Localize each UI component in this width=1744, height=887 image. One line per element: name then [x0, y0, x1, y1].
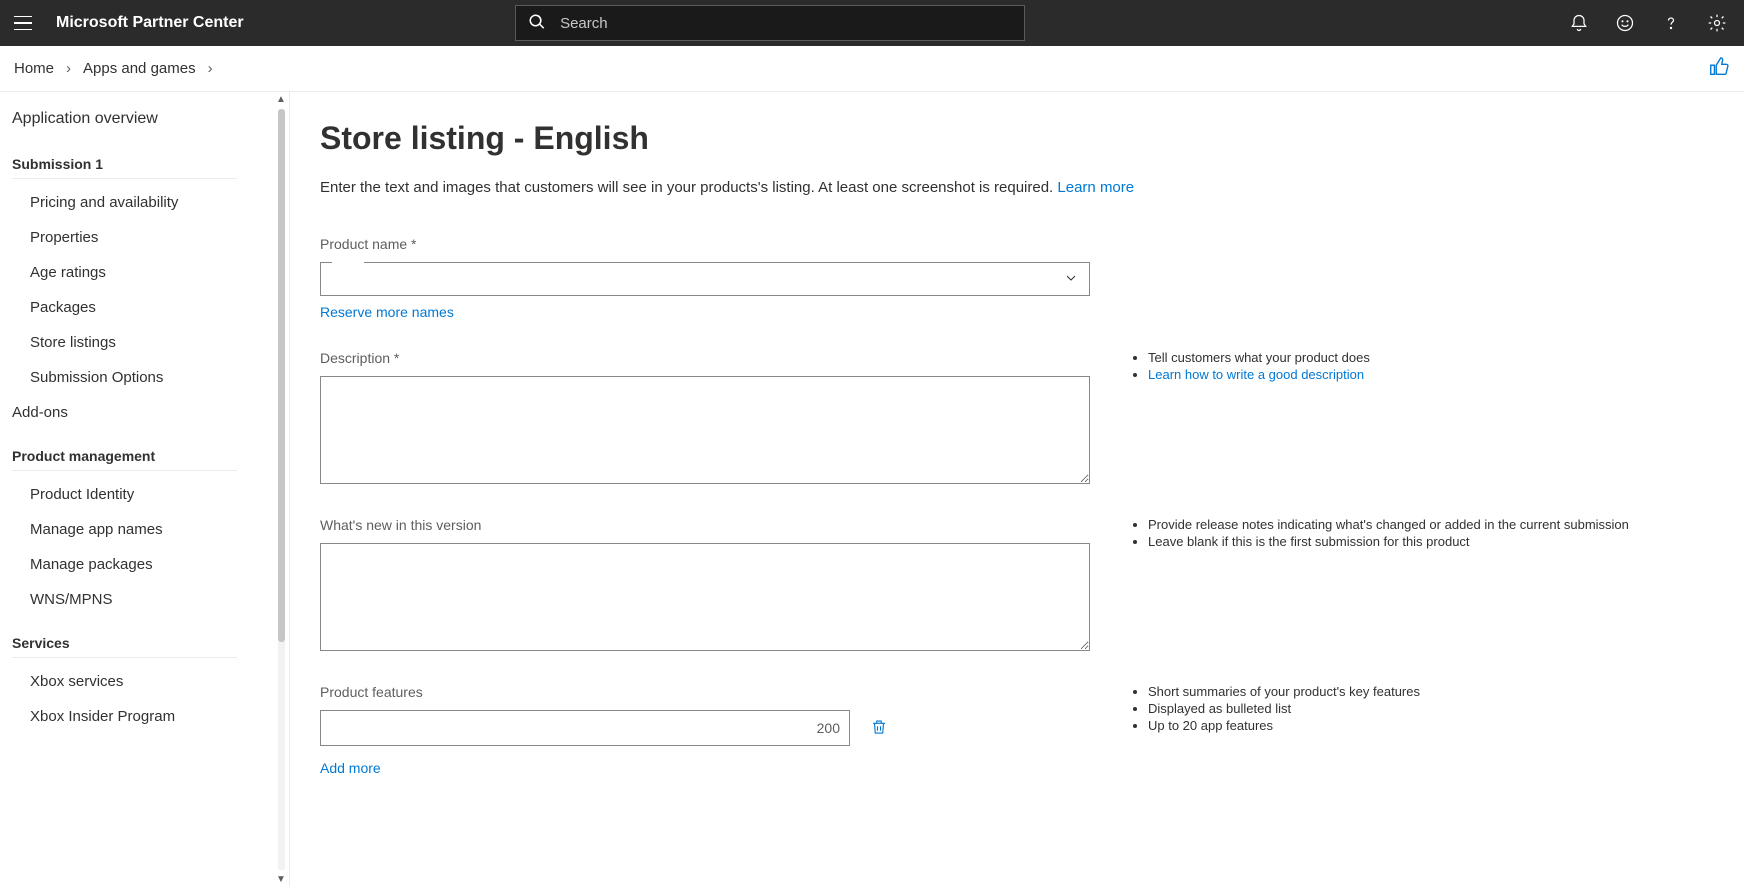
description-tips: Tell customers what your product does Le… — [1130, 350, 1714, 384]
sidebar-item-addons[interactable]: Add-ons — [12, 395, 273, 430]
page-intro: Enter the text and images that customers… — [320, 179, 1714, 196]
description-tip-text: Tell customers what your product does — [1148, 350, 1714, 365]
sidebar-overview-link[interactable]: Application overview — [12, 104, 273, 146]
product-name-label: Product name * — [320, 236, 1090, 252]
header-actions — [1568, 12, 1734, 34]
sidebar-item-properties[interactable]: Properties — [12, 220, 273, 255]
learn-more-link[interactable]: Learn more — [1057, 179, 1134, 196]
notifications-icon[interactable] — [1568, 12, 1590, 34]
main-layout: Application overview Submission 1 Pricin… — [0, 92, 1744, 887]
scroll-thumb[interactable] — [278, 109, 285, 642]
search-icon — [528, 13, 560, 34]
help-icon[interactable] — [1660, 12, 1682, 34]
search-box[interactable] — [515, 5, 1025, 41]
whats-new-label: What's new in this version — [320, 517, 1090, 533]
sidebar-item-store-listings[interactable]: Store listings — [12, 325, 273, 360]
sidebar-scrollbar[interactable]: ▲ ▼ — [273, 92, 289, 887]
delete-feature-icon[interactable] — [870, 718, 888, 739]
whats-new-tips: Provide release notes indicating what's … — [1130, 517, 1714, 551]
sidebar-item-pricing[interactable]: Pricing and availability — [12, 185, 273, 220]
reserve-more-names-link[interactable]: Reserve more names — [320, 304, 454, 320]
sidebar-item-packages[interactable]: Packages — [12, 290, 273, 325]
product-features-row: Product features 200 Add more Short summ… — [320, 684, 1714, 776]
chevron-down-icon — [1063, 270, 1079, 289]
top-header: Microsoft Partner Center — [0, 0, 1744, 46]
features-tip-1: Short summaries of your product's key fe… — [1148, 684, 1714, 699]
sidebar-item-manage-app-names[interactable]: Manage app names — [12, 512, 273, 547]
sidebar-group-product-management: Product management — [12, 430, 237, 471]
sidebar-item-xbox-insider[interactable]: Xbox Insider Program — [12, 699, 273, 734]
features-tip-2: Displayed as bulleted list — [1148, 701, 1714, 716]
search-container — [515, 5, 1025, 41]
sidebar-item-wns-mpns[interactable]: WNS/MPNS — [12, 582, 273, 617]
scroll-up-icon[interactable]: ▲ — [276, 94, 286, 105]
product-features-label: Product features — [320, 684, 1090, 700]
sidebar-item-manage-packages[interactable]: Manage packages — [12, 547, 273, 582]
sidebar-group-services: Services — [12, 617, 237, 658]
search-input[interactable] — [560, 15, 1012, 32]
chevron-right-icon: › — [66, 60, 71, 77]
sidebar: Application overview Submission 1 Pricin… — [0, 92, 273, 887]
breadcrumb: Home › Apps and games › — [14, 60, 213, 77]
features-tip-3: Up to 20 app features — [1148, 718, 1714, 733]
breadcrumb-apps[interactable]: Apps and games — [83, 60, 196, 77]
add-more-features-link[interactable]: Add more — [320, 760, 381, 776]
hamburger-menu-icon[interactable] — [14, 11, 38, 35]
brand-title[interactable]: Microsoft Partner Center — [56, 14, 244, 32]
scroll-down-icon[interactable]: ▼ — [276, 874, 286, 885]
feature-char-count: 200 — [817, 720, 840, 736]
sidebar-item-age-ratings[interactable]: Age ratings — [12, 255, 273, 290]
page-title: Store listing - English — [320, 120, 1714, 157]
description-label: Description * — [320, 350, 1090, 366]
scroll-track[interactable] — [278, 109, 285, 870]
main-content: Store listing - English Enter the text a… — [290, 92, 1744, 887]
sidebar-group-submission: Submission 1 — [12, 146, 237, 179]
breadcrumb-bar: Home › Apps and games › — [0, 46, 1744, 92]
settings-gear-icon[interactable] — [1706, 12, 1728, 34]
product-name-row: Product name * Reserve more names — [320, 236, 1714, 320]
breadcrumb-home[interactable]: Home — [14, 60, 54, 77]
description-row: Description * Tell customers what your p… — [320, 350, 1714, 487]
sidebar-wrap: Application overview Submission 1 Pricin… — [0, 92, 290, 887]
description-textarea[interactable] — [320, 376, 1090, 484]
whats-new-tip-2: Leave blank if this is the first submiss… — [1148, 534, 1714, 549]
page-intro-text: Enter the text and images that customers… — [320, 179, 1057, 196]
feedback-thumbs-up-icon[interactable] — [1708, 56, 1730, 81]
chevron-right-icon: › — [208, 60, 213, 77]
description-tip-link[interactable]: Learn how to write a good description — [1148, 367, 1364, 382]
product-feature-input[interactable] — [320, 710, 850, 746]
whats-new-row: What's new in this version Provide relea… — [320, 517, 1714, 654]
sidebar-item-product-identity[interactable]: Product Identity — [12, 477, 273, 512]
product-features-tips: Short summaries of your product's key fe… — [1130, 684, 1714, 735]
whats-new-textarea[interactable] — [320, 543, 1090, 651]
sidebar-item-submission-options[interactable]: Submission Options — [12, 360, 273, 395]
whats-new-tip-1: Provide release notes indicating what's … — [1148, 517, 1714, 532]
sidebar-item-xbox-services[interactable]: Xbox services — [12, 664, 273, 699]
feedback-smile-icon[interactable] — [1614, 12, 1636, 34]
product-name-select[interactable] — [320, 262, 1090, 296]
